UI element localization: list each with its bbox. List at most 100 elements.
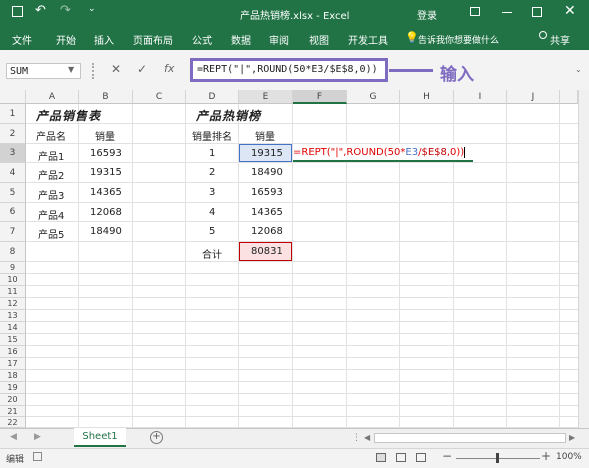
formula-text-suffix: ,0)) xyxy=(446,147,465,158)
page-break-view-icon[interactable] xyxy=(416,453,426,462)
column-header-c[interactable]: C xyxy=(133,90,186,104)
row-header[interactable]: 10 xyxy=(0,274,26,286)
redo-icon[interactable]: ↷ xyxy=(60,3,71,18)
save-icon[interactable] xyxy=(12,6,23,17)
column-header-i[interactable]: I xyxy=(454,90,507,104)
row-header[interactable]: 4 xyxy=(0,163,26,183)
table2-row-sales: 12068 xyxy=(251,226,283,237)
normal-view-icon[interactable] xyxy=(376,453,386,462)
status-bar: 编辑 − + 100% xyxy=(0,448,589,468)
zoom-slider-thumb[interactable] xyxy=(496,453,499,463)
ribbon-display-icon[interactable] xyxy=(470,7,480,16)
table2-row-rank: 3 xyxy=(209,187,216,198)
tab-formulas[interactable]: 公式 xyxy=(192,32,212,47)
table2-title: 产品热销榜 xyxy=(196,109,262,123)
row-header[interactable]: 7 xyxy=(0,222,26,242)
tab-insert[interactable]: 插入 xyxy=(94,32,114,47)
tab-review[interactable]: 审阅 xyxy=(269,32,289,47)
tab-developer[interactable]: 开发工具 xyxy=(348,32,388,47)
row-header[interactable]: 9 xyxy=(0,262,26,274)
column-header-k[interactable] xyxy=(560,90,578,104)
table2-total-value: 80831 xyxy=(251,246,283,257)
row-header[interactable]: 19 xyxy=(0,382,26,394)
row-header[interactable]: 11 xyxy=(0,286,26,298)
column-header-g[interactable]: G xyxy=(347,90,400,104)
zoom-in-icon[interactable]: + xyxy=(541,449,551,463)
maximize-icon[interactable] xyxy=(532,7,542,17)
column-header-d[interactable]: D xyxy=(186,90,239,104)
gridline xyxy=(26,162,578,163)
column-header-e[interactable]: E xyxy=(239,90,293,104)
worksheet-grid[interactable]: A B C D E F G H I J 1 2 3 4 5 6 7 8 9 10… xyxy=(0,90,589,428)
page-layout-view-icon[interactable] xyxy=(396,453,406,462)
table2-row-rank: 1 xyxy=(209,148,216,159)
column-header-h[interactable]: H xyxy=(400,90,454,104)
hscroll-left-icon[interactable]: ◀ xyxy=(364,433,370,442)
tab-home[interactable]: 开始 xyxy=(56,32,76,47)
scroll-left-icon[interactable]: ◀ xyxy=(10,432,17,442)
column-header-f[interactable]: F xyxy=(293,90,347,104)
row-header[interactable]: 13 xyxy=(0,310,26,322)
select-all-corner[interactable] xyxy=(0,90,26,104)
horizontal-scrollbar[interactable] xyxy=(374,433,566,443)
login-link[interactable]: 登录 xyxy=(417,7,437,22)
zoom-out-icon[interactable]: − xyxy=(442,449,452,463)
tab-data[interactable]: 数据 xyxy=(231,32,251,47)
tab-view[interactable]: 视图 xyxy=(309,32,329,47)
active-cell-editor[interactable]: =REPT("|",ROUND(50*E3/$E$8,0)) xyxy=(293,144,473,162)
row-header[interactable]: 17 xyxy=(0,358,26,370)
tab-file[interactable]: 文件 xyxy=(12,32,32,47)
row-header[interactable]: 21 xyxy=(0,406,26,417)
tell-me-box[interactable]: 告诉我你想要做什么 xyxy=(418,33,499,46)
row-header[interactable]: 12 xyxy=(0,298,26,310)
row-header[interactable]: 15 xyxy=(0,334,26,346)
share-button[interactable]: 共享 xyxy=(550,32,570,47)
row-header[interactable]: 8 xyxy=(0,242,26,262)
formula-input[interactable]: =REPT("|",ROUND(50*E3/$E$8,0)) xyxy=(190,58,388,82)
ribbon-tabs: 文件 开始 插入 页面布局 公式 数据 审阅 视图 开发工具 💡 告诉我你想要做… xyxy=(0,26,589,50)
table1-row-sales: 16593 xyxy=(90,148,122,159)
table2-row-rank: 4 xyxy=(209,207,216,218)
row-header[interactable]: 5 xyxy=(0,183,26,203)
customize-qat-icon[interactable]: ⌄ xyxy=(88,4,96,14)
row-header[interactable]: 18 xyxy=(0,370,26,382)
formula-ref-e3: E3 xyxy=(405,147,419,158)
expand-formula-bar-icon[interactable]: ⌄ xyxy=(575,65,582,74)
insert-function-icon[interactable]: fx xyxy=(164,62,174,75)
formula-bar: SUM ▼ ✕ ✓ fx =REPT("|",ROUND(50*E3/$E$8,… xyxy=(0,50,589,91)
vertical-scrollbar[interactable] xyxy=(578,90,589,428)
gridline xyxy=(26,182,578,183)
row-header[interactable]: 6 xyxy=(0,203,26,222)
scroll-right-icon[interactable]: ▶ xyxy=(34,432,41,442)
sheet-tab-label: Sheet1 xyxy=(82,431,118,442)
row-header[interactable]: 20 xyxy=(0,394,26,406)
row-header[interactable]: 14 xyxy=(0,322,26,334)
row-header[interactable]: 2 xyxy=(0,124,26,144)
minimize-icon[interactable] xyxy=(502,12,512,13)
close-icon[interactable]: ✕ xyxy=(564,3,576,19)
column-header-j[interactable]: J xyxy=(507,90,560,104)
column-header-a[interactable]: A xyxy=(26,90,79,104)
hscroll-right-icon[interactable]: ▶ xyxy=(569,433,575,442)
add-sheet-icon[interactable]: + xyxy=(150,431,163,444)
row-header[interactable]: 3 xyxy=(0,144,26,163)
sheet-tab-active[interactable]: Sheet1 xyxy=(74,428,126,447)
tab-split-grip-icon[interactable]: ⋮ xyxy=(352,433,361,443)
formula-bar-grip-icon xyxy=(92,63,96,79)
row-header[interactable]: 22 xyxy=(0,417,26,428)
table2-total-label: 合计 xyxy=(202,250,222,261)
enter-icon[interactable]: ✓ xyxy=(137,62,147,76)
zoom-level[interactable]: 100% xyxy=(556,452,582,462)
row-header[interactable]: 1 xyxy=(0,104,26,124)
tab-page-layout[interactable]: 页面布局 xyxy=(133,32,173,47)
undo-icon[interactable]: ↶ xyxy=(35,3,46,18)
table2-row-sales: 18490 xyxy=(251,167,283,178)
accessibility-icon[interactable] xyxy=(33,452,42,461)
window-title: 产品热销榜.xlsx - Excel xyxy=(240,11,350,22)
row-header[interactable]: 16 xyxy=(0,346,26,358)
title-bar: ↶ ↷ ⌄ 产品热销榜.xlsx - Excel 登录 ✕ xyxy=(0,0,589,26)
table1-row-name: 产品2 xyxy=(38,171,65,182)
column-header-b[interactable]: B xyxy=(79,90,133,104)
cancel-icon[interactable]: ✕ xyxy=(111,62,121,76)
name-box-dropdown-icon[interactable]: ▼ xyxy=(68,65,74,74)
